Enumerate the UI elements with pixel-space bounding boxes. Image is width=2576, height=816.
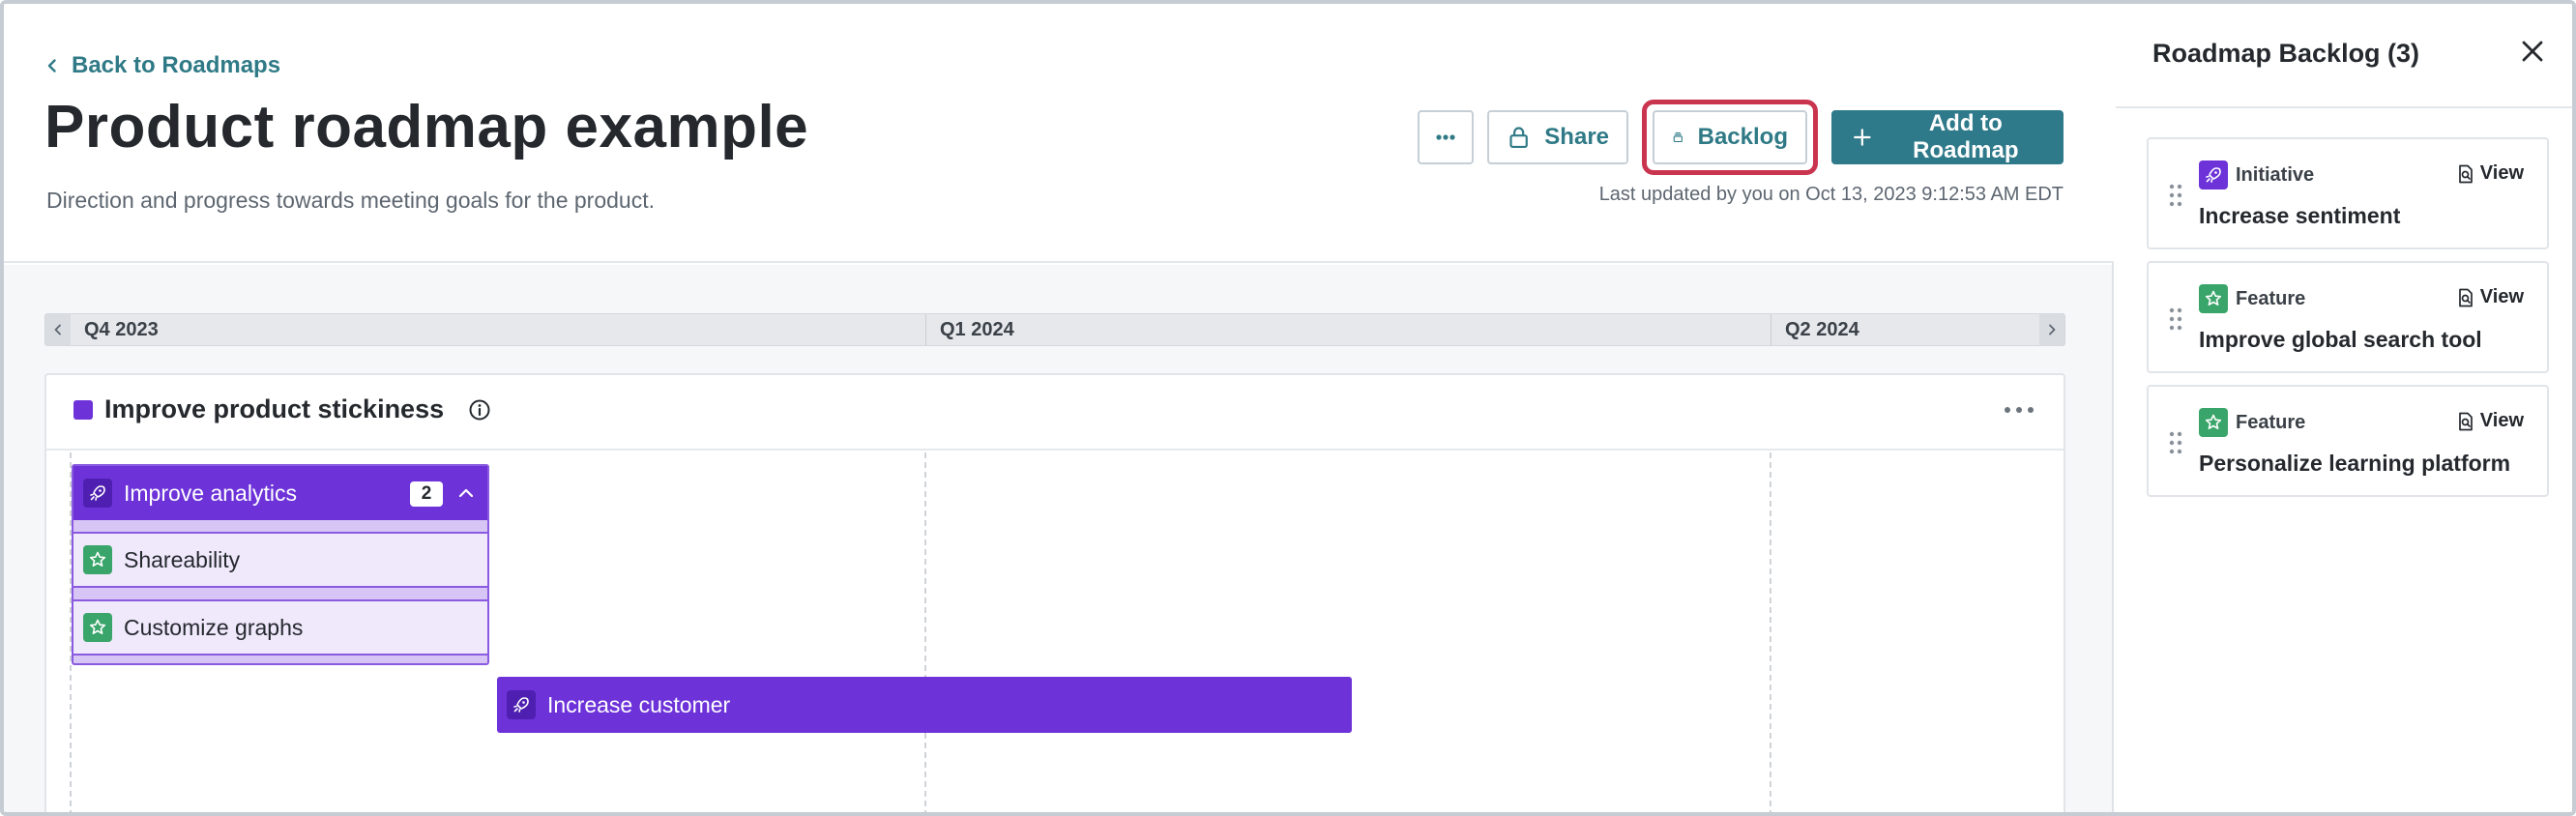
backlog-item-type: Feature: [2236, 412, 2306, 433]
goal-color-swatch: [73, 400, 93, 420]
quarter-label: Q1 2024: [925, 314, 1771, 345]
timeline-next-button[interactable]: [2039, 314, 2064, 345]
view-document-icon: [2458, 164, 2473, 183]
share-button[interactable]: Share: [1487, 110, 1628, 164]
goal-title: Improve product stickiness: [104, 394, 445, 423]
view-document-icon: [2458, 412, 2473, 430]
toolbar: Share Backlog Add to Roadmap: [1418, 100, 2064, 175]
quarter-grid-line: [1770, 452, 1771, 812]
star-icon: [2199, 408, 2228, 437]
view-label: View: [2479, 410, 2524, 431]
view-label: View: [2479, 286, 2524, 307]
goal-card: Improve product stickiness Improve analy…: [44, 373, 2065, 812]
lock-icon: [1509, 127, 1528, 149]
goal-more-icon[interactable]: [2002, 398, 2036, 422]
initiative-label: Improve analytics: [124, 480, 297, 506]
add-to-roadmap-button[interactable]: Add to Roadmap: [1831, 110, 2064, 164]
page-subtitle: Direction and progress towards meeting g…: [46, 188, 655, 213]
quarter-label: Q2 2024: [1771, 314, 2041, 345]
view-document-icon: [2458, 288, 2473, 306]
page-title: Product roadmap example: [44, 94, 809, 160]
last-updated-text: Last updated by you on Oct 13, 2023 9:12…: [1598, 184, 2064, 205]
backlog-highlight: Backlog: [1642, 100, 1818, 175]
chevron-up-icon[interactable]: [456, 483, 476, 503]
stack-icon: [1673, 131, 1683, 143]
plus-icon: [1854, 129, 1871, 146]
backlog-item-type: Initiative: [2236, 164, 2315, 186]
chevron-right-icon: [2049, 324, 2056, 335]
chevron-left-icon: [47, 59, 56, 73]
feature-label: Customize graphs: [124, 614, 304, 640]
drag-handle-icon[interactable]: [2168, 306, 2183, 333]
initiative-bar-improve-analytics[interactable]: Improve analytics 2 Shareability Customi…: [72, 464, 489, 665]
initiative-bar-header[interactable]: Improve analytics 2: [73, 466, 487, 520]
share-label: Share: [1544, 124, 1609, 150]
quarter-grid-line: [924, 452, 926, 812]
backlog-panel: Roadmap Backlog (3) Initiative View Incr…: [2116, 4, 2572, 812]
close-icon[interactable]: [2520, 39, 2545, 64]
rocket-icon: [83, 479, 112, 508]
quarter-bar: Q4 2023 Q1 2024 Q2 2024: [44, 313, 2065, 346]
backlog-item[interactable]: Feature View Personalize learning platfo…: [2147, 385, 2549, 497]
feature-item-customize-graphs[interactable]: Customize graphs: [73, 599, 487, 656]
app-window: Back to Roadmaps Product roadmap example…: [0, 0, 2576, 816]
more-options-button[interactable]: [1418, 110, 1474, 164]
backlog-panel-header: Roadmap Backlog (3): [2116, 4, 2572, 108]
view-button[interactable]: View: [2455, 286, 2524, 308]
view-button[interactable]: View: [2455, 410, 2524, 432]
child-count-badge: 2: [410, 481, 443, 507]
view-label: View: [2479, 162, 2524, 184]
star-icon: [83, 545, 112, 574]
star-icon: [2199, 284, 2228, 313]
chevron-left-icon: [54, 324, 61, 335]
goal-card-header: Improve product stickiness: [46, 375, 2064, 451]
backlog-panel-title: Roadmap Backlog (3): [2152, 39, 2420, 68]
ellipsis-icon: [1436, 134, 1455, 140]
backlog-item-title: Personalize learning platform: [2199, 451, 2511, 476]
backlog-label: Backlog: [1697, 124, 1788, 150]
page-header: Back to Roadmaps Product roadmap example…: [4, 4, 2114, 263]
backlog-item[interactable]: Feature View Improve global search tool: [2147, 261, 2549, 373]
drag-handle-icon[interactable]: [2168, 182, 2183, 209]
timeline-prev-button[interactable]: [45, 314, 71, 345]
info-icon[interactable]: [468, 398, 491, 422]
rocket-icon: [2199, 160, 2228, 189]
backlog-button[interactable]: Backlog: [1653, 110, 1807, 164]
initiative-bar-increase-customer[interactable]: Increase customer: [497, 677, 1352, 733]
timeline: Q4 2023 Q1 2024 Q2 2024 Improve product …: [4, 265, 2112, 812]
feature-label: Shareability: [124, 546, 241, 572]
feature-item-shareability[interactable]: Shareability: [73, 532, 487, 588]
quarter-label: Q4 2023: [84, 319, 159, 340]
drag-handle-icon[interactable]: [2168, 429, 2183, 456]
backlog-item-type: Feature: [2236, 288, 2306, 309]
add-to-roadmap-label: Add to Roadmap: [1913, 110, 2019, 163]
backlog-item[interactable]: Initiative View Increase sentiment: [2147, 137, 2549, 249]
backlog-item-title: Improve global search tool: [2199, 327, 2482, 352]
star-icon: [83, 613, 112, 642]
back-to-roadmaps-link[interactable]: Back to Roadmaps: [44, 52, 280, 79]
back-link-label: Back to Roadmaps: [72, 52, 281, 78]
initiative-label: Increase customer: [547, 691, 731, 717]
rocket-icon: [507, 690, 536, 719]
backlog-item-title: Increase sentiment: [2199, 203, 2401, 228]
view-button[interactable]: View: [2455, 162, 2524, 185]
roadmap-main: Back to Roadmaps Product roadmap example…: [4, 4, 2114, 812]
